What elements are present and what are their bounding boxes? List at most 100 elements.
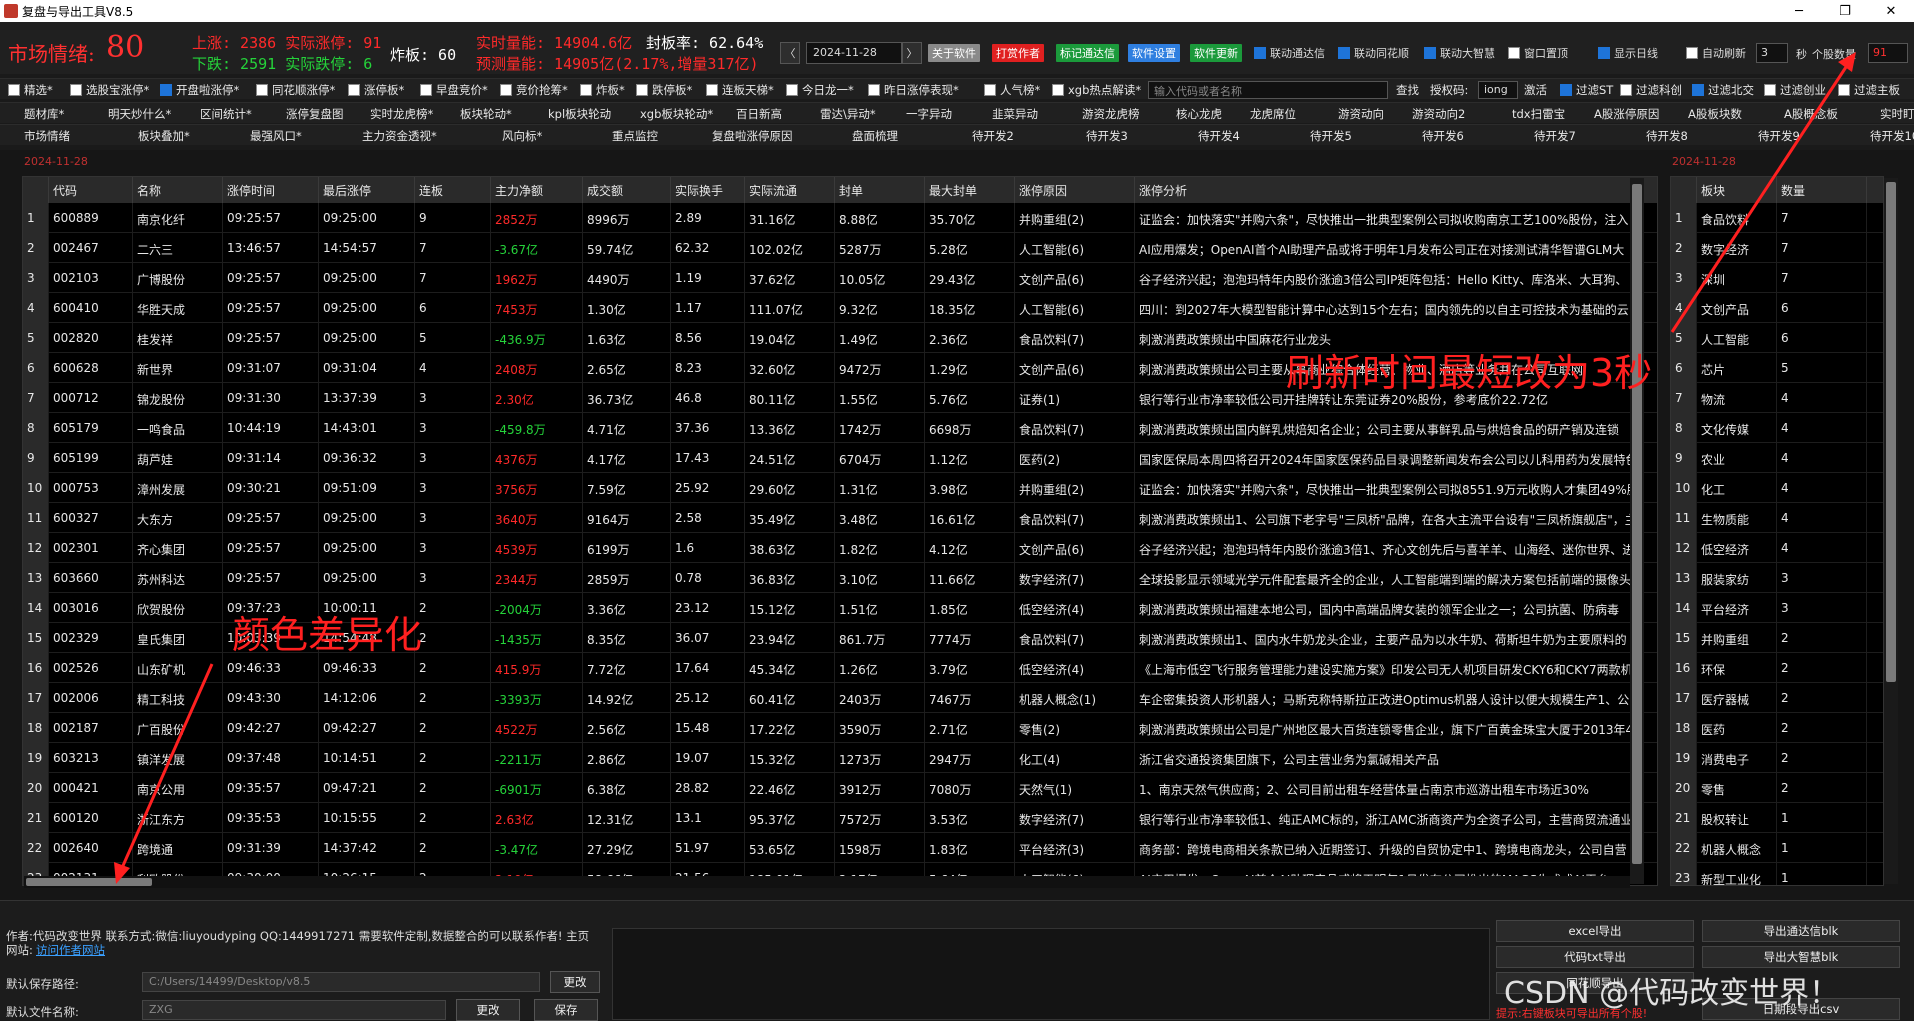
filter-gem-checkbox[interactable]: 过滤创业 bbox=[1764, 82, 1826, 98]
site-link[interactable]: 访问作者网站 bbox=[36, 942, 105, 958]
next-date-button[interactable]: 〉 bbox=[902, 42, 922, 64]
toolbar-item[interactable]: 雷达\异动* bbox=[820, 106, 876, 122]
txt-export-button[interactable]: 代码txt导出 bbox=[1496, 946, 1694, 968]
toolbar-item[interactable]: 跌停板* bbox=[636, 82, 692, 98]
toolbar-item[interactable]: 待开发4 bbox=[1198, 128, 1240, 144]
toolbar-item[interactable]: 复盘啦涨停原因 bbox=[712, 128, 793, 144]
toolbar-item[interactable]: 百日新高 bbox=[736, 106, 782, 122]
checkbox-box[interactable] bbox=[1424, 47, 1436, 59]
excel-export-button[interactable]: excel导出 bbox=[1496, 920, 1694, 942]
toolbar-item[interactable]: 龙虎席位 bbox=[1250, 106, 1296, 122]
prev-date-button[interactable]: 〈 bbox=[780, 42, 800, 64]
toolbar-item[interactable]: 风向标* bbox=[502, 128, 542, 144]
toolbar-item[interactable]: 精选* bbox=[8, 82, 53, 98]
checkbox-box[interactable] bbox=[1692, 84, 1704, 96]
table-row[interactable]: 3 深圳 7 bbox=[1671, 263, 1883, 293]
table-row[interactable]: 19 消费电子 2 bbox=[1671, 743, 1883, 773]
table-row[interactable]: 16 环保 2 bbox=[1671, 653, 1883, 683]
checkbox-box[interactable] bbox=[984, 84, 996, 96]
log-area[interactable] bbox=[612, 928, 1490, 1020]
table-row[interactable]: 21 600120 浙江东方 09:35:53 10:15:55 2 2.63亿 12.31亿… bbox=[23, 803, 1657, 833]
toolbar-item[interactable]: 待开发6 bbox=[1422, 128, 1464, 144]
column-header[interactable]: 涨停时间 bbox=[223, 177, 319, 203]
toolbar-item[interactable]: 同花顺涨停* bbox=[256, 82, 335, 98]
limit-up-table[interactable]: 代码 名称 涨停时间 最后涨停 连板 主力净额 成交额 实际换手 实际流通 封单 最大封单 涨停原因涨… bbox=[22, 176, 1658, 886]
checkbox-box[interactable] bbox=[580, 84, 592, 96]
column-header[interactable]: 涨停原因 bbox=[1015, 177, 1135, 203]
table-row[interactable]: 12 002301 齐心集团 09:25:57 09:25:00 3 4539万 6199万 1… bbox=[23, 533, 1657, 563]
table-row[interactable]: 1 600889 南京化纤 09:25:57 09:25:00 9 2852万 8996万 2.… bbox=[23, 203, 1657, 233]
save-path-input[interactable]: C:/Users/14499/Desktop/v8.5 bbox=[142, 972, 540, 992]
toolbar-item[interactable]: 游资龙虎榜 bbox=[1082, 106, 1140, 122]
table-row[interactable]: 11 600327 大东方 09:25:57 09:25:00 3 3640万 9164万 2.… bbox=[23, 503, 1657, 533]
toolbar-item[interactable]: 一字异动 bbox=[906, 106, 952, 122]
column-header[interactable]: 最大封单 bbox=[925, 177, 1015, 203]
table-row[interactable]: 12 低空经济 4 bbox=[1671, 533, 1883, 563]
save-button[interactable]: 保存 bbox=[534, 999, 598, 1021]
table-hscroll[interactable] bbox=[24, 876, 1630, 888]
checkbox-box[interactable] bbox=[1838, 84, 1850, 96]
filter-st-checkbox[interactable]: 过滤ST bbox=[1560, 82, 1613, 98]
toolbar-item[interactable]: 游资动向2 bbox=[1412, 106, 1465, 122]
tdx-blk-export-button[interactable]: 导出通达信blk bbox=[1702, 920, 1900, 942]
checkbox-box[interactable] bbox=[706, 84, 718, 96]
table-row[interactable]: 17 002006 精工科技 09:43:30 14:12:06 2 -3393万 14.92… bbox=[23, 683, 1657, 713]
toolbar-item[interactable]: 开盘啦涨停* bbox=[160, 82, 239, 98]
checkbox-box[interactable] bbox=[1686, 47, 1698, 59]
table-row[interactable]: 4 文创产品 6 bbox=[1671, 293, 1883, 323]
maximize-icon[interactable]: ❐ bbox=[1822, 0, 1868, 22]
toolbar-item[interactable]: xgb热点解读* bbox=[1052, 82, 1141, 98]
checkbox-box[interactable] bbox=[868, 84, 880, 96]
table-row[interactable]: 13 603660 苏州科达 09:25:57 09:25:00 3 2344万 2859万 0… bbox=[23, 563, 1657, 593]
toolbar-item[interactable]: tdx扫雷宝 bbox=[1512, 106, 1565, 122]
toolbar-item[interactable]: 核心龙虎 bbox=[1176, 106, 1222, 122]
file-name-input[interactable]: ZXG bbox=[142, 1000, 446, 1020]
column-header[interactable]: 主力净额 bbox=[491, 177, 583, 203]
toolbar-item[interactable]: 今日龙一* bbox=[786, 82, 854, 98]
table-row[interactable]: 3 002103 广博股份 09:25:57 09:25:00 7 1962万 4490万 1.… bbox=[23, 263, 1657, 293]
checkbox-box[interactable] bbox=[1764, 84, 1776, 96]
checkbox-box[interactable] bbox=[1598, 47, 1610, 59]
auto-refresh-checkbox[interactable]: 自动刷新 bbox=[1686, 45, 1746, 61]
toolbar-item[interactable]: 最强风口* bbox=[250, 128, 302, 144]
toolbar-item[interactable]: 待开发5 bbox=[1310, 128, 1352, 144]
toolbar-item[interactable]: 韭菜异动 bbox=[992, 106, 1038, 122]
toolbar-item[interactable]: 待开发10 bbox=[1870, 128, 1914, 144]
column-header[interactable]: 实际换手 bbox=[671, 177, 745, 203]
checkbox-box[interactable] bbox=[1254, 47, 1266, 59]
dzh-blk-export-button[interactable]: 导出大智慧blk bbox=[1702, 946, 1900, 968]
table-row[interactable]: 18 医药 2 bbox=[1671, 713, 1883, 743]
toolbar-item[interactable]: 待开发2 bbox=[972, 128, 1014, 144]
column-header[interactable]: 连板 bbox=[415, 177, 491, 203]
toolbar-item[interactable]: 实时龙虎榜* bbox=[370, 106, 433, 122]
toolbar-item[interactable]: 主力资金透视* bbox=[362, 128, 437, 144]
table-row[interactable]: 22 机器人概念 1 bbox=[1671, 833, 1883, 863]
filter-bse-checkbox[interactable]: 过滤北交 bbox=[1692, 82, 1754, 98]
toolbar-item[interactable]: 竞价抢筹* bbox=[500, 82, 568, 98]
auth-input[interactable]: iong bbox=[1478, 81, 1518, 99]
column-header[interactable]: 代码 bbox=[49, 177, 133, 203]
toolbar-item[interactable]: A股板块数 bbox=[1688, 106, 1742, 122]
column-header[interactable]: 涨停分析 bbox=[1135, 177, 1657, 203]
toolbar-item[interactable]: 重点监控 bbox=[612, 128, 658, 144]
toolbar-item[interactable]: 连板天梯* bbox=[706, 82, 774, 98]
checkbox-box[interactable] bbox=[348, 84, 360, 96]
toolbar-item[interactable]: 涨停板* bbox=[348, 82, 404, 98]
toolbar-item[interactable]: 选股宝涨停* bbox=[70, 82, 149, 98]
show-daily-checkbox[interactable]: 显示日线 bbox=[1598, 45, 1658, 61]
toolbar-item[interactable]: 早盘竞价* bbox=[420, 82, 488, 98]
table-row[interactable]: 1 食品饮料 7 bbox=[1671, 203, 1883, 233]
toolbar-item[interactable]: 板块叠加* bbox=[138, 128, 190, 144]
donate-button[interactable]: 打赏作者 bbox=[992, 44, 1044, 62]
checkbox-box[interactable] bbox=[256, 84, 268, 96]
table-row[interactable]: 17 医疗器械 2 bbox=[1671, 683, 1883, 713]
table-row[interactable]: 10 000753 漳州发展 09:30:21 09:51:09 3 3756万 7.59亿 2… bbox=[23, 473, 1657, 503]
table-row[interactable]: 8 文化传媒 4 bbox=[1671, 413, 1883, 443]
change-path-button[interactable]: 更改 bbox=[550, 971, 600, 993]
toolbar-item[interactable]: 题材库* bbox=[24, 106, 64, 122]
scroll-thumb[interactable] bbox=[26, 878, 152, 886]
checkbox-box[interactable] bbox=[500, 84, 512, 96]
toolbar-item[interactable]: A股概念板 bbox=[1784, 106, 1838, 122]
table-row[interactable]: 20 000421 南京公用 09:35:57 09:47:21 2 -6901万 6.38亿… bbox=[23, 773, 1657, 803]
checkbox-box[interactable] bbox=[1560, 84, 1572, 96]
